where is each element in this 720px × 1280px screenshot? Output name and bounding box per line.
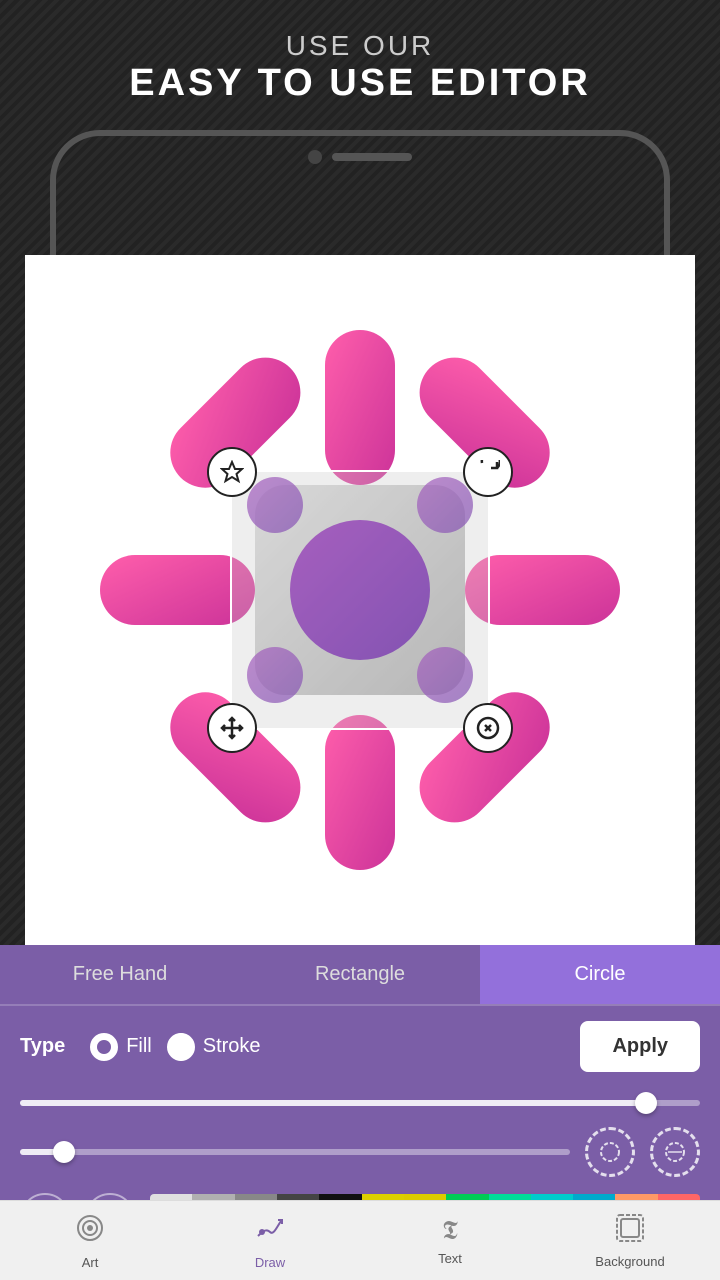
phone-notch (308, 150, 412, 164)
nav-text[interactable]: 𝕿 Text (360, 1201, 540, 1280)
handle-delete[interactable] (463, 703, 513, 753)
tab-freehand[interactable]: Free Hand (0, 945, 240, 1004)
type-label: Type (20, 1035, 65, 1058)
nav-draw[interactable]: Draw (180, 1201, 360, 1280)
slider-opacity-row (0, 1087, 720, 1119)
bottom-nav: Art Draw 𝕿 Text Background (0, 1200, 720, 1280)
slider-size-track[interactable] (20, 1149, 570, 1155)
flower-container (25, 255, 695, 945)
nav-draw-label: Draw (255, 1255, 285, 1270)
handle-scale[interactable] (207, 703, 257, 753)
stroke-label: Stroke (203, 1035, 261, 1058)
header-line2: EASY TO USE EDITOR (0, 62, 720, 105)
dashed-circle-2[interactable] (650, 1127, 700, 1177)
icons-slider-row (0, 1119, 720, 1185)
stroke-radio-inner (170, 1033, 192, 1061)
slider-size-thumb[interactable] (53, 1141, 75, 1163)
type-row: Type Fill Stroke Apply (0, 1006, 720, 1087)
nav-art[interactable]: Art (0, 1201, 180, 1280)
header-line1: USE OUR (0, 30, 720, 62)
fill-radio-inner (97, 1040, 111, 1054)
slider-opacity-track[interactable] (20, 1100, 700, 1106)
nav-background[interactable]: Background (540, 1201, 720, 1280)
art-icon (74, 1212, 106, 1251)
fill-radio[interactable] (90, 1033, 118, 1061)
handle-style[interactable] (207, 447, 257, 497)
handle-rotate[interactable] (463, 447, 513, 497)
apply-button[interactable]: Apply (580, 1021, 700, 1072)
bottom-toolbar: Free Hand Rectangle Circle Type Fill Str… (0, 945, 720, 1280)
background-icon (615, 1213, 645, 1250)
tab-rectangle[interactable]: Rectangle (240, 945, 480, 1004)
phone-speaker (332, 153, 412, 161)
nav-bg-label: Background (595, 1254, 664, 1269)
slider-opacity-fill (20, 1100, 646, 1106)
tabs-row: Free Hand Rectangle Circle (0, 945, 720, 1006)
tab-circle[interactable]: Circle (480, 945, 720, 1004)
nav-art-label: Art (82, 1255, 99, 1270)
slider-opacity-thumb[interactable] (635, 1092, 657, 1114)
fill-label: Fill (126, 1035, 152, 1058)
text-icon: 𝕿 (442, 1215, 458, 1247)
fill-option[interactable]: Fill (90, 1033, 152, 1061)
stroke-radio[interactable] (167, 1033, 195, 1061)
stroke-option[interactable]: Stroke (167, 1033, 261, 1061)
nav-text-label: Text (438, 1251, 462, 1266)
phone-camera (308, 150, 322, 164)
selection-box[interactable] (230, 470, 490, 730)
canvas-area[interactable] (25, 255, 695, 945)
dashed-circle-1[interactable] (585, 1127, 635, 1177)
page-header: USE OUR EASY TO USE EDITOR (0, 30, 720, 105)
draw-icon (254, 1212, 286, 1251)
